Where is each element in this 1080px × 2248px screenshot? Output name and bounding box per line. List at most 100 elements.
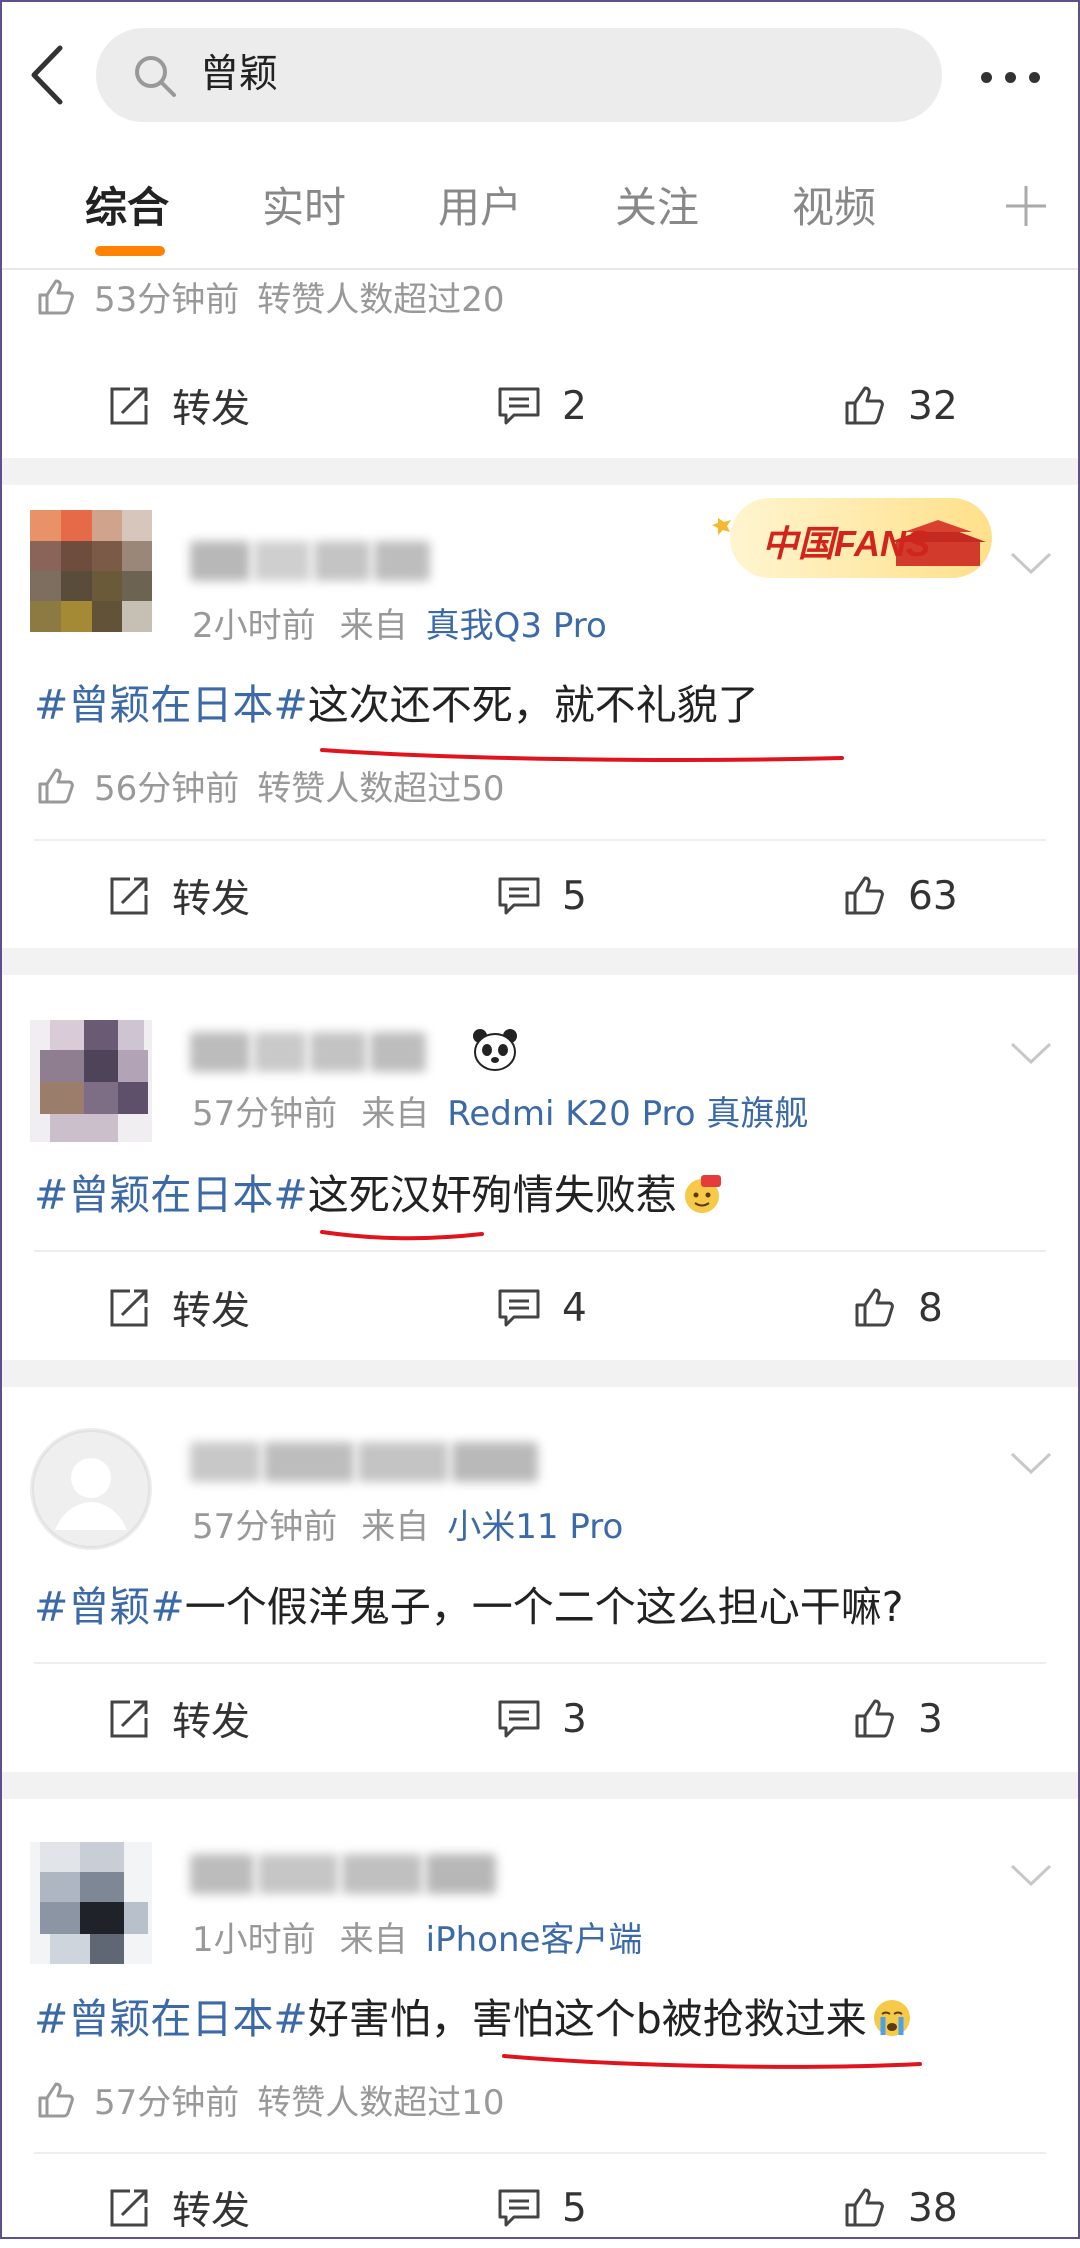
like-button[interactable]: 32: [842, 366, 958, 446]
repost-icon: [110, 2189, 148, 2227]
feed-separator: [0, 458, 1080, 485]
post-actions: 转发 3 3: [0, 1679, 1080, 1759]
repost-button[interactable]: 转发: [106, 2168, 250, 2248]
like-button[interactable]: 38: [842, 2168, 958, 2248]
tab-following[interactable]: 关注: [615, 178, 699, 238]
search-query: 曾颖: [200, 52, 279, 97]
like-button[interactable]: 3: [852, 1679, 943, 1759]
thumbs-up-icon: [38, 768, 74, 804]
divider: [34, 839, 1046, 841]
comment-button[interactable]: 4: [496, 1268, 587, 1348]
thumbs-up-icon: [38, 2082, 74, 2118]
red-underline-mark: [320, 748, 844, 762]
search-input[interactable]: 曾颖: [96, 28, 942, 122]
comment-button[interactable]: 5: [496, 2168, 587, 2248]
post-text: #曾颖#一个假洋鬼子，一个二个这么担心干嘛?: [34, 1583, 904, 1631]
comment-icon: [498, 877, 540, 915]
search-icon: [135, 56, 176, 97]
repost-icon: [110, 877, 148, 915]
repost-icon: [110, 1700, 148, 1738]
post-text: #曾颖在日本#好害怕，害怕这个b被抢救过来: [34, 1990, 913, 2048]
tab-bar: 综合 实时 用户 关注 视频: [0, 150, 1080, 270]
like-summary: 53分钟前 转赞人数超过20: [34, 275, 505, 322]
repost-button[interactable]: 转发: [106, 1679, 250, 1759]
avatar[interactable]: [30, 1842, 152, 1964]
comment-icon: [498, 387, 540, 425]
username-blurred[interactable]: [190, 1848, 510, 1900]
thumbs-up-icon: [845, 386, 884, 425]
panda-icon: [473, 1029, 517, 1071]
add-tab-icon[interactable]: [998, 178, 1054, 234]
like-button[interactable]: 63: [842, 856, 958, 936]
thumbs-up-icon: [845, 2188, 884, 2227]
post-actions: 转发 4 8: [0, 1268, 1080, 1348]
tab-video[interactable]: 视频: [792, 178, 876, 238]
comment-icon: [498, 1700, 540, 1738]
thumbs-up-icon: [855, 1699, 894, 1738]
chevron-down-icon[interactable]: [1008, 1860, 1054, 1890]
face-666-emoji-icon: [684, 1175, 721, 1213]
comment-icon: [498, 1289, 540, 1327]
thumbs-up-icon: [845, 876, 884, 915]
active-tab-indicator: [95, 246, 165, 256]
chevron-down-icon[interactable]: [1008, 1038, 1054, 1068]
back-icon[interactable]: [20, 40, 80, 110]
post-actions: 转发 5 63: [0, 856, 1080, 936]
hashtag-link[interactable]: #曾颖#: [34, 1583, 185, 1631]
more-options-icon[interactable]: [975, 54, 1047, 98]
red-underline-mark: [502, 2054, 922, 2069]
avatar[interactable]: [30, 1428, 152, 1550]
like-summary: 56分钟前 转赞人数超过50: [34, 764, 505, 811]
divider: [34, 2152, 1046, 2154]
svg-text:中国FANS: 中国FANS: [762, 523, 930, 564]
hashtag-link[interactable]: #曾颖在日本#: [34, 681, 308, 729]
post-meta: 57分钟前 来自 小米11 Pro: [192, 1507, 624, 1547]
avatar[interactable]: [30, 510, 152, 632]
username-blurred[interactable]: [190, 535, 430, 587]
post-source-link[interactable]: 小米11 Pro: [447, 1507, 623, 1547]
post-text: #曾颖在日本#这死汉奸殉情失败惹: [34, 1166, 723, 1224]
divider: [34, 1662, 1046, 1664]
tab-realtime[interactable]: 实时: [262, 178, 346, 238]
like-summary: 57分钟前 转赞人数超过10: [34, 2078, 505, 2125]
post-source-link[interactable]: Redmi K20 Pro 真旗舰: [447, 1094, 808, 1134]
post-text: #曾颖在日本#这次还不死，就不礼貌了: [34, 681, 759, 729]
hashtag-link[interactable]: #曾颖在日本#: [34, 1171, 308, 1219]
hashtag-link[interactable]: #曾颖在日本#: [34, 1995, 308, 2043]
repost-icon: [110, 387, 148, 425]
username-blurred[interactable]: [190, 1026, 470, 1078]
post-source-link[interactable]: iPhone客户端: [426, 1920, 643, 1960]
post-source-link[interactable]: 真我Q3 Pro: [426, 606, 607, 646]
repost-button[interactable]: 转发: [106, 1268, 250, 1348]
crying-face-emoji-icon: [873, 2000, 910, 2036]
divider: [34, 1250, 1046, 1252]
feed-separator: [0, 1360, 1080, 1387]
repost-button[interactable]: 转发: [106, 856, 250, 936]
post-meta: 2小时前 来自 真我Q3 Pro: [192, 606, 607, 646]
comment-button[interactable]: 5: [496, 856, 587, 936]
thumbs-up-icon: [38, 279, 74, 315]
post-meta: 57分钟前 来自 Redmi K20 Pro 真旗舰: [192, 1094, 809, 1134]
red-underline-mark: [320, 1230, 484, 1241]
tab-users[interactable]: 用户: [438, 178, 522, 238]
comment-button[interactable]: 2: [496, 366, 587, 446]
like-button[interactable]: 8: [852, 1268, 943, 1348]
post-meta: 1小时前 来自 iPhone客户端: [192, 1920, 643, 1960]
chevron-down-icon[interactable]: [1008, 1448, 1054, 1478]
username-blurred[interactable]: [190, 1436, 540, 1488]
post-actions: 转发 2 32: [0, 366, 1080, 446]
default-avatar-icon: [32, 1430, 150, 1548]
repost-button[interactable]: 转发: [106, 366, 250, 446]
chevron-down-icon[interactable]: [1008, 548, 1054, 578]
post-actions: 转发 5 38: [0, 2168, 1080, 2248]
feed-separator: [0, 1772, 1080, 1799]
thumbs-up-icon: [855, 1288, 894, 1327]
feed-separator: [0, 948, 1080, 975]
comment-button[interactable]: 3: [496, 1679, 587, 1759]
tab-all[interactable]: 综合: [85, 178, 169, 238]
repost-icon: [110, 1289, 148, 1327]
comment-icon: [498, 2189, 540, 2227]
avatar[interactable]: [30, 1020, 152, 1142]
china-fans-badge: 中国FANS: [712, 498, 992, 578]
top-bar: 曾颖: [0, 0, 1080, 150]
